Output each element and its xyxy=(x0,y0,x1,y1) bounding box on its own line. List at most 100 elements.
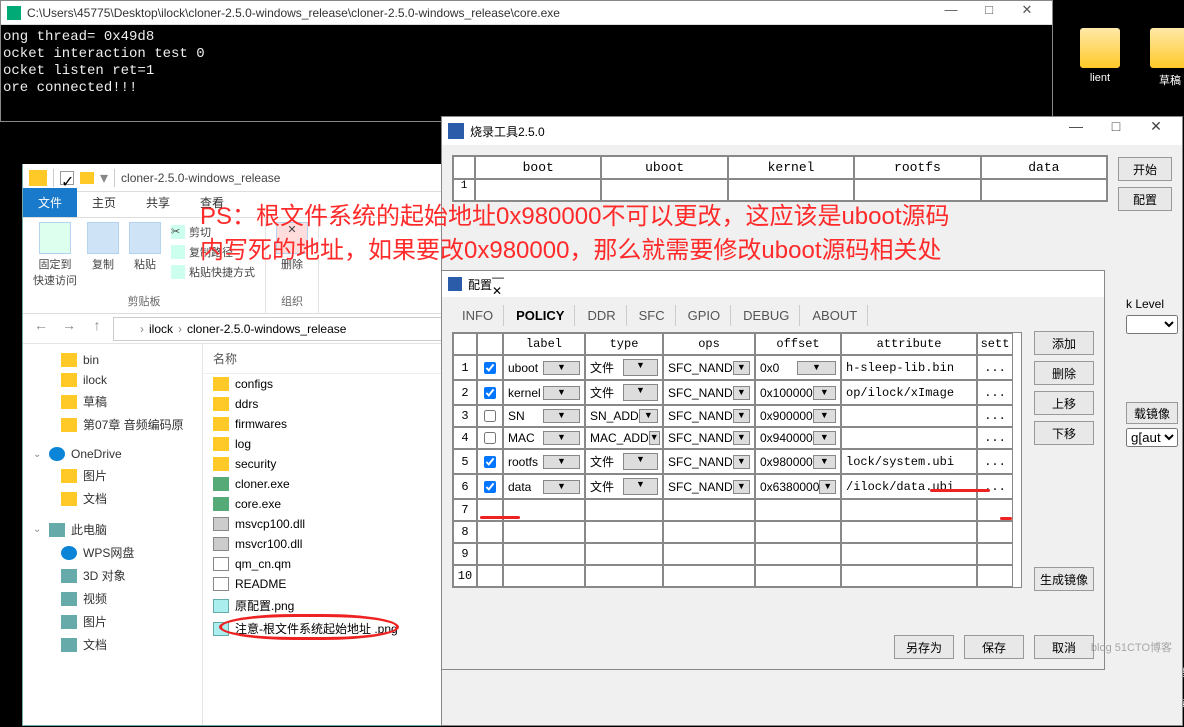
config-title: 配置 xyxy=(468,276,492,293)
qat-icon[interactable] xyxy=(80,172,94,184)
tab-view[interactable]: 查看 xyxy=(185,188,239,217)
delete-button[interactable]: 删除 xyxy=(1034,361,1094,385)
col-boot[interactable]: boot xyxy=(475,156,601,179)
qat-checkbox-icon[interactable]: ✓ xyxy=(60,171,74,185)
maximize-button[interactable]: □ xyxy=(970,2,1008,24)
config-dialog: 配置 — ✕ INFO POLICY DDR SFC GPIO DEBUG AB… xyxy=(441,270,1105,670)
policy-row[interactable]: 1uboot▼文件▼SFC_NAND▼0x0▼h-sleep-lib.bin..… xyxy=(453,355,1021,380)
close-button[interactable]: ✕ xyxy=(492,284,504,298)
movedown-button[interactable]: 下移 xyxy=(1034,421,1094,445)
tab-file[interactable]: 文件 xyxy=(23,188,77,217)
start-button[interactable]: 开始 xyxy=(1118,157,1172,181)
load-image-button[interactable]: 载镜像 xyxy=(1126,402,1178,424)
tree-3d[interactable]: 3D 对象 xyxy=(27,564,198,587)
policy-row-empty: 9 xyxy=(453,543,1021,565)
maximize-button[interactable]: □ xyxy=(1096,118,1136,144)
col-rootfs[interactable]: rootfs xyxy=(854,156,980,179)
copy-button[interactable]: 复制 xyxy=(87,222,119,288)
tree-draft[interactable]: 草稿 xyxy=(27,390,198,413)
add-button[interactable]: 添加 xyxy=(1034,331,1094,355)
policy-row[interactable]: 2kernel▼文件▼SFC_NAND▼0x100000▼op/ilock/xI… xyxy=(453,380,1021,405)
burn-title: 烧录工具2.5.0 xyxy=(470,123,545,140)
minimize-button[interactable]: — xyxy=(1056,118,1096,144)
back-button[interactable]: ← xyxy=(29,317,53,341)
close-button[interactable]: ✕ xyxy=(1008,2,1046,24)
log-select[interactable]: g[aut xyxy=(1126,428,1178,447)
delete-button[interactable]: ✕删除 xyxy=(276,222,308,272)
tab-policy[interactable]: POLICY xyxy=(506,305,575,326)
save-button[interactable]: 保存 xyxy=(964,635,1024,659)
close-button[interactable]: ✕ xyxy=(1136,118,1176,144)
pasteshort-button[interactable]: 粘贴快捷方式 xyxy=(171,262,255,282)
tree-pic[interactable]: 图片 xyxy=(27,464,198,487)
tab-ddr[interactable]: DDR xyxy=(577,305,626,326)
policy-row-empty: 10 xyxy=(453,565,1021,587)
console-titlebar[interactable]: C:\Users\45775\Desktop\ilock\cloner-2.5.… xyxy=(1,1,1052,25)
clipboard-group-label: 剪贴板 xyxy=(33,293,255,309)
tree-onedrive[interactable]: ⌄OneDrive xyxy=(27,444,198,464)
saveas-button[interactable]: 另存为 xyxy=(894,635,954,659)
col-data[interactable]: data xyxy=(981,156,1107,179)
tab-gpio[interactable]: GPIO xyxy=(678,305,732,326)
cancel-button[interactable]: 取消 xyxy=(1034,635,1094,659)
config-titlebar[interactable]: 配置 — ✕ xyxy=(442,271,1104,297)
row-checkbox[interactable] xyxy=(484,362,496,374)
burn-partition-table: boot uboot kernel rootfs data 1 xyxy=(452,155,1108,202)
config-tabs: INFO POLICY DDR SFC GPIO DEBUG ABOUT xyxy=(442,297,1104,326)
col-kernel[interactable]: kernel xyxy=(728,156,854,179)
row-checkbox[interactable] xyxy=(484,456,496,468)
tree-ch07[interactable]: 第07章 音频编码原 xyxy=(27,413,198,436)
tree-wps[interactable]: WPS网盘 xyxy=(27,541,198,564)
cut-button[interactable]: ✂剪切 xyxy=(171,222,255,242)
col-uboot[interactable]: uboot xyxy=(601,156,727,179)
tree-thispc[interactable]: ⌄此电脑 xyxy=(27,518,198,541)
burn-logo-icon xyxy=(448,123,464,139)
console-title: C:\Users\45775\Desktop\ilock\cloner-2.5.… xyxy=(27,6,560,20)
tab-share[interactable]: 共享 xyxy=(131,188,185,217)
level-label: k Level xyxy=(1126,297,1178,311)
pin-button[interactable]: 固定到 快速访问 xyxy=(33,222,77,288)
tree-ilock[interactable]: ilock xyxy=(27,370,198,390)
row-checkbox[interactable] xyxy=(484,432,496,444)
copypath-button[interactable]: 复制路径 xyxy=(171,242,255,262)
explorer-tree: bin ilock 草稿 第07章 音频编码原 ⌄OneDrive 图片 文档 … xyxy=(23,344,203,725)
level-select[interactable] xyxy=(1126,315,1178,334)
tree-bin[interactable]: bin xyxy=(27,350,198,370)
moveup-button[interactable]: 上移 xyxy=(1034,391,1094,415)
explorer-title: cloner-2.5.0-windows_release xyxy=(121,171,280,185)
policy-row-empty: 7 xyxy=(453,499,1021,521)
tab-home[interactable]: 主页 xyxy=(77,188,131,217)
burn-titlebar[interactable]: 烧录工具2.5.0 — □ ✕ xyxy=(442,117,1182,145)
minimize-button[interactable]: — xyxy=(932,2,970,24)
console-window: C:\Users\45775\Desktop\ilock\cloner-2.5.… xyxy=(0,0,1053,122)
paste-button[interactable]: 粘贴 xyxy=(129,222,161,288)
policy-row-empty: 8 xyxy=(453,521,1021,543)
policy-row[interactable]: 3SN▼SN_ADD▼SFC_NAND▼0x900000▼... xyxy=(453,405,1021,427)
scissors-icon: ✂ xyxy=(171,225,185,239)
up-button[interactable]: ↑ xyxy=(85,317,109,341)
mark-offset-rootfs xyxy=(930,489,990,492)
genimage-button[interactable]: 生成镜像 xyxy=(1034,567,1094,591)
desktop-icon-client[interactable]: lient xyxy=(1070,28,1130,84)
tree-doc[interactable]: 文档 xyxy=(27,487,198,510)
row-checkbox[interactable] xyxy=(484,481,496,493)
org-group-label: 组织 xyxy=(276,293,308,309)
policy-row[interactable]: 6data▼文件▼SFC_NAND▼0x6380000▼/ilock/data.… xyxy=(453,474,1021,499)
tree-video[interactable]: 视频 xyxy=(27,587,198,610)
policy-row[interactable]: 4MAC▼MAC_ADD▼SFC_NAND▼0x940000▼... xyxy=(453,427,1021,449)
tree-pic2[interactable]: 图片 xyxy=(27,610,198,633)
row-checkbox[interactable] xyxy=(484,387,496,399)
tab-debug[interactable]: DEBUG xyxy=(733,305,800,326)
tab-about[interactable]: ABOUT xyxy=(802,305,868,326)
minimize-button[interactable]: — xyxy=(492,270,504,284)
policy-row[interactable]: 5rootfs▼文件▼SFC_NAND▼0x980000▼lock/system… xyxy=(453,449,1021,474)
tree-doc2[interactable]: 文档 xyxy=(27,633,198,656)
row-checkbox[interactable] xyxy=(484,410,496,422)
tab-info[interactable]: INFO xyxy=(452,305,504,326)
config-button[interactable]: 配置 xyxy=(1118,187,1172,211)
tab-sfc[interactable]: SFC xyxy=(629,305,676,326)
desktop-icon-draft[interactable]: 草稿 xyxy=(1140,28,1184,88)
console-icon xyxy=(7,6,21,20)
folder-icon xyxy=(29,170,47,186)
forward-button[interactable]: → xyxy=(57,317,81,341)
